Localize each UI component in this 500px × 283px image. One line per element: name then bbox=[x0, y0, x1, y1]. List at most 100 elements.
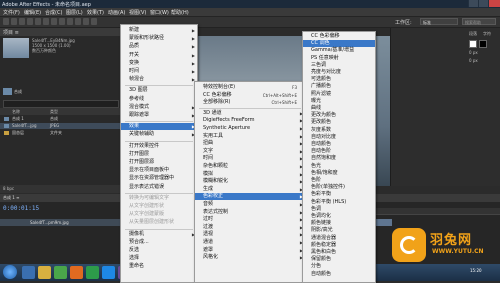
menu-item[interactable]: 全部移除(R) Ctrl+Shift+E bbox=[195, 99, 305, 106]
menu-item[interactable]: 时间▶ bbox=[121, 68, 197, 75]
camera-tool-icon[interactable] bbox=[35, 18, 41, 25]
column-name[interactable]: 名称 bbox=[12, 109, 20, 115]
menu-item[interactable]: 显示在资源管理器中 bbox=[121, 175, 197, 182]
menu-item[interactable]: 更改颜色 bbox=[303, 119, 375, 126]
menu-item[interactable]: 扭曲▶ bbox=[195, 140, 305, 147]
menu-item[interactable]: 时间▶ bbox=[195, 155, 305, 162]
menu-animation[interactable]: 动画(A) bbox=[108, 9, 125, 16]
menu-item[interactable]: 3D 图层 bbox=[121, 87, 197, 94]
menu-item[interactable]: 阴影/高光 bbox=[303, 227, 375, 234]
fill-color-swatch[interactable] bbox=[469, 40, 477, 48]
project-row[interactable]: 合成 1 合成 bbox=[0, 116, 120, 122]
menu-item[interactable]: 风格化▶ bbox=[195, 254, 305, 261]
menu-item[interactable]: 显示表达式错误 bbox=[121, 184, 197, 191]
menu-item[interactable]: 模拟▶ bbox=[195, 171, 305, 178]
menu-item[interactable]: 自动对比度 bbox=[303, 134, 375, 141]
menu-item[interactable]: Digieffects FreeForm▶ bbox=[195, 117, 305, 124]
menu-item[interactable]: 过时▶ bbox=[195, 216, 305, 223]
project-search-input[interactable] bbox=[3, 100, 119, 108]
menu-item[interactable]: 色阶 bbox=[303, 177, 375, 184]
project-row[interactable]: Sale4fT...jpg JPEG bbox=[0, 123, 120, 129]
brush-tool-icon[interactable] bbox=[75, 18, 81, 25]
eraser-tool-icon[interactable] bbox=[91, 18, 97, 25]
menu-item[interactable]: 变换 ▶ bbox=[121, 60, 197, 67]
ie-icon[interactable] bbox=[22, 266, 35, 279]
menu-item[interactable]: 3D 通道▶ bbox=[195, 110, 305, 117]
menu-item[interactable]: 分色 bbox=[303, 263, 375, 270]
indent-value[interactable]: 0 px bbox=[469, 50, 478, 55]
close-button[interactable] bbox=[488, 0, 500, 7]
timeline-tab[interactable]: 合成 1 ≡ bbox=[3, 195, 19, 201]
menu-item[interactable]: Synthetic Aperture▶ bbox=[195, 125, 305, 132]
menu-item[interactable]: 色彩平衡 bbox=[303, 191, 375, 198]
firefox-icon[interactable] bbox=[70, 266, 83, 279]
menu-item[interactable]: 生成▶ bbox=[195, 186, 305, 193]
hand-tool-icon[interactable] bbox=[11, 18, 17, 25]
shape-tool-icon[interactable] bbox=[51, 18, 57, 25]
menu-item[interactable]: 蒙版和形状路径 ▶ bbox=[121, 35, 197, 42]
bit-depth[interactable]: 8 bpc bbox=[3, 186, 14, 191]
type-tool-icon[interactable] bbox=[67, 18, 73, 25]
menu-item[interactable]: PS 任意映射 bbox=[303, 55, 375, 62]
menu-item[interactable]: 过渡▶ bbox=[195, 224, 305, 231]
menu-item[interactable]: 打开图层 bbox=[121, 151, 197, 158]
menu-item[interactable]: 杂色和颗粒▶ bbox=[195, 163, 305, 170]
menu-item[interactable]: 重命名 bbox=[121, 263, 197, 270]
menu-item[interactable]: 自动颜色 bbox=[303, 271, 375, 278]
menu-item[interactable]: Gamma/基准/增益 bbox=[303, 47, 375, 54]
project-tab[interactable]: 项目 ≡ bbox=[3, 29, 19, 36]
menu-item[interactable]: 颜色稳定器 bbox=[303, 242, 375, 249]
menu-item[interactable]: 实用工具▶ bbox=[195, 133, 305, 140]
app-icon[interactable] bbox=[86, 266, 99, 279]
menu-item[interactable]: 打开效果控件 bbox=[121, 143, 197, 150]
menu-item[interactable]: 帧混合 ▶ bbox=[121, 76, 197, 83]
menu-edit[interactable]: 编辑(E) bbox=[24, 9, 41, 16]
menu-item[interactable]: 色彩平衡 (HLS) bbox=[303, 199, 375, 206]
workspace-select[interactable]: 标准 bbox=[420, 18, 458, 25]
menu-item[interactable]: 通道混合器 bbox=[303, 235, 375, 242]
menu-item[interactable]: CC 色彩偏移 bbox=[303, 33, 375, 40]
column-type[interactable]: 类型 bbox=[50, 109, 58, 115]
menu-item[interactable]: 色光 bbox=[303, 163, 375, 170]
menu-layer[interactable]: 图层(L) bbox=[66, 9, 83, 16]
menu-item[interactable]: 模糊和锐化▶ bbox=[195, 178, 305, 185]
pan-behind-tool-icon[interactable] bbox=[43, 18, 49, 25]
menu-item[interactable]: 关键帧辅助▶ bbox=[121, 131, 197, 138]
zoom-tool-icon[interactable] bbox=[19, 18, 25, 25]
menu-item[interactable]: 色彩校正▶ bbox=[195, 193, 305, 201]
pen-tool-icon[interactable] bbox=[59, 18, 65, 25]
menu-item[interactable]: 参考线 bbox=[121, 96, 197, 103]
media-icon[interactable] bbox=[54, 266, 67, 279]
menu-composition[interactable]: 合成(C) bbox=[45, 9, 62, 16]
spacing-value[interactable]: 0 px bbox=[469, 58, 478, 63]
menu-item[interactable]: 灰度系数 bbox=[303, 127, 375, 134]
menu-item[interactable]: 色调 bbox=[303, 206, 375, 213]
menu-item[interactable]: 混合模式▶ bbox=[121, 104, 197, 111]
menu-item[interactable]: 色调均化 bbox=[303, 213, 375, 220]
character-tab[interactable]: 字符 bbox=[483, 31, 491, 37]
menu-item[interactable]: 打开图层源 bbox=[121, 159, 197, 166]
menu-item[interactable]: 黑色和白色 bbox=[303, 249, 375, 256]
menu-item[interactable]: 音频▶ bbox=[195, 201, 305, 208]
menu-file[interactable]: 文件(F) bbox=[3, 9, 20, 16]
menu-item[interactable]: 预合成... bbox=[121, 239, 197, 246]
start-button-icon[interactable] bbox=[3, 265, 17, 279]
menu-item[interactable]: 广播颜色 bbox=[303, 83, 375, 90]
menu-item[interactable]: 品质 ▶ bbox=[121, 43, 197, 50]
stamp-tool-icon[interactable] bbox=[83, 18, 89, 25]
menu-item[interactable]: 色相/饱和度 bbox=[303, 170, 375, 177]
menu-item[interactable]: 开关 ▶ bbox=[121, 52, 197, 59]
menu-item[interactable]: 曝光 bbox=[303, 98, 375, 105]
menu-item[interactable]: 亮度与对比度 bbox=[303, 69, 375, 76]
project-row[interactable]: 固态层 文件夹 bbox=[0, 130, 120, 136]
qq-icon[interactable] bbox=[102, 266, 115, 279]
menu-item[interactable]: 跟踪遮罩▶ bbox=[121, 112, 197, 119]
menu-view[interactable]: 视图(V) bbox=[129, 9, 146, 16]
menu-window[interactable]: 窗口(W) bbox=[150, 9, 169, 16]
menu-item[interactable]: 遮罩▶ bbox=[195, 247, 305, 254]
menu-item[interactable]: 特效控制台(E) F3 bbox=[195, 84, 305, 91]
folder-icon[interactable] bbox=[38, 266, 51, 279]
menu-item[interactable]: 新建 ▶ bbox=[121, 27, 197, 34]
menu-help[interactable]: 帮助(H) bbox=[171, 9, 189, 16]
menu-item[interactable]: 选择 bbox=[121, 255, 197, 262]
